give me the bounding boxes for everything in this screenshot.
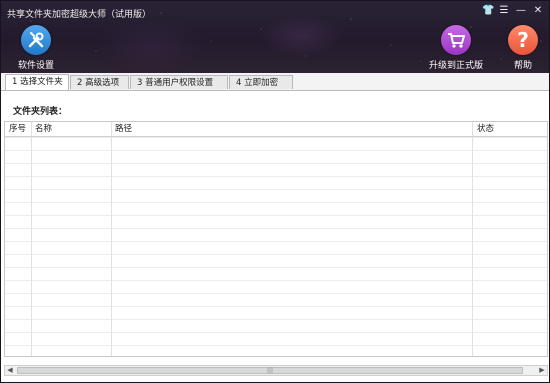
- skin-icon[interactable]: 👕: [482, 5, 494, 17]
- help-button[interactable]: ? 帮助: [503, 25, 543, 71]
- grip-icon: |||: [266, 367, 274, 374]
- table-header: 序号 名称 路径 状态: [5, 122, 547, 137]
- folder-table[interactable]: 序号 名称 路径 状态: [4, 121, 548, 357]
- column-divider: [472, 122, 473, 136]
- window-controls: 👕 ☰ — ✕: [482, 5, 543, 17]
- minimize-icon[interactable]: —: [516, 5, 526, 17]
- scrollbar-thumb[interactable]: |||: [17, 367, 523, 374]
- tab-bar: 1 选择文件夹 2 高级选项 3 普通用户权限设置 4 立即加密: [1, 73, 549, 91]
- menu-icon[interactable]: ☰: [499, 5, 509, 17]
- column-header-path[interactable]: 路径: [111, 122, 473, 136]
- shopping-cart-icon: [441, 25, 471, 55]
- scroll-right-icon[interactable]: ▶: [537, 366, 547, 375]
- folder-list-label: 文件夹列表：: [13, 107, 68, 117]
- app-window: 共享文件夹加密超级大师（试用版） 👕 ☰ — ✕ 软件设置 升级到正式版 ? 帮…: [0, 0, 550, 383]
- scroll-left-icon[interactable]: ◀: [5, 366, 15, 375]
- header-banner: 共享文件夹加密超级大师（试用版） 👕 ☰ — ✕ 软件设置 升级到正式版 ? 帮…: [1, 1, 549, 73]
- column-divider: [472, 137, 473, 356]
- wrench-screwdriver-icon: [21, 25, 51, 55]
- table-body[interactable]: [5, 137, 547, 356]
- upgrade-button[interactable]: 升级到正式版: [426, 25, 486, 71]
- column-divider: [111, 122, 112, 136]
- column-divider: [31, 137, 32, 356]
- column-header-name[interactable]: 名称: [31, 122, 111, 136]
- column-divider: [111, 137, 112, 356]
- close-icon[interactable]: ✕: [533, 5, 543, 17]
- tab-encrypt-now[interactable]: 4 立即加密: [229, 75, 293, 89]
- settings-label: 软件设置: [17, 61, 54, 71]
- column-header-index[interactable]: 序号: [5, 122, 31, 136]
- upgrade-label: 升级到正式版: [428, 61, 483, 71]
- question-mark-icon: ?: [508, 25, 538, 55]
- tab-content: 文件夹列表： 序号 名称 路径 状态 ◀ ||| ▶: [1, 91, 549, 382]
- help-label: 帮助: [513, 61, 532, 71]
- column-header-status[interactable]: 状态: [473, 122, 547, 136]
- horizontal-scrollbar[interactable]: ◀ ||| ▶: [4, 365, 548, 376]
- tab-advanced-options[interactable]: 2 高级选项: [70, 75, 129, 89]
- window-title: 共享文件夹加密超级大师（试用版）: [7, 10, 152, 20]
- column-divider: [31, 122, 32, 136]
- tab-select-folder[interactable]: 1 选择文件夹: [5, 74, 69, 90]
- tab-user-permissions[interactable]: 3 普通用户权限设置: [130, 75, 228, 89]
- settings-button[interactable]: 软件设置: [16, 25, 56, 71]
